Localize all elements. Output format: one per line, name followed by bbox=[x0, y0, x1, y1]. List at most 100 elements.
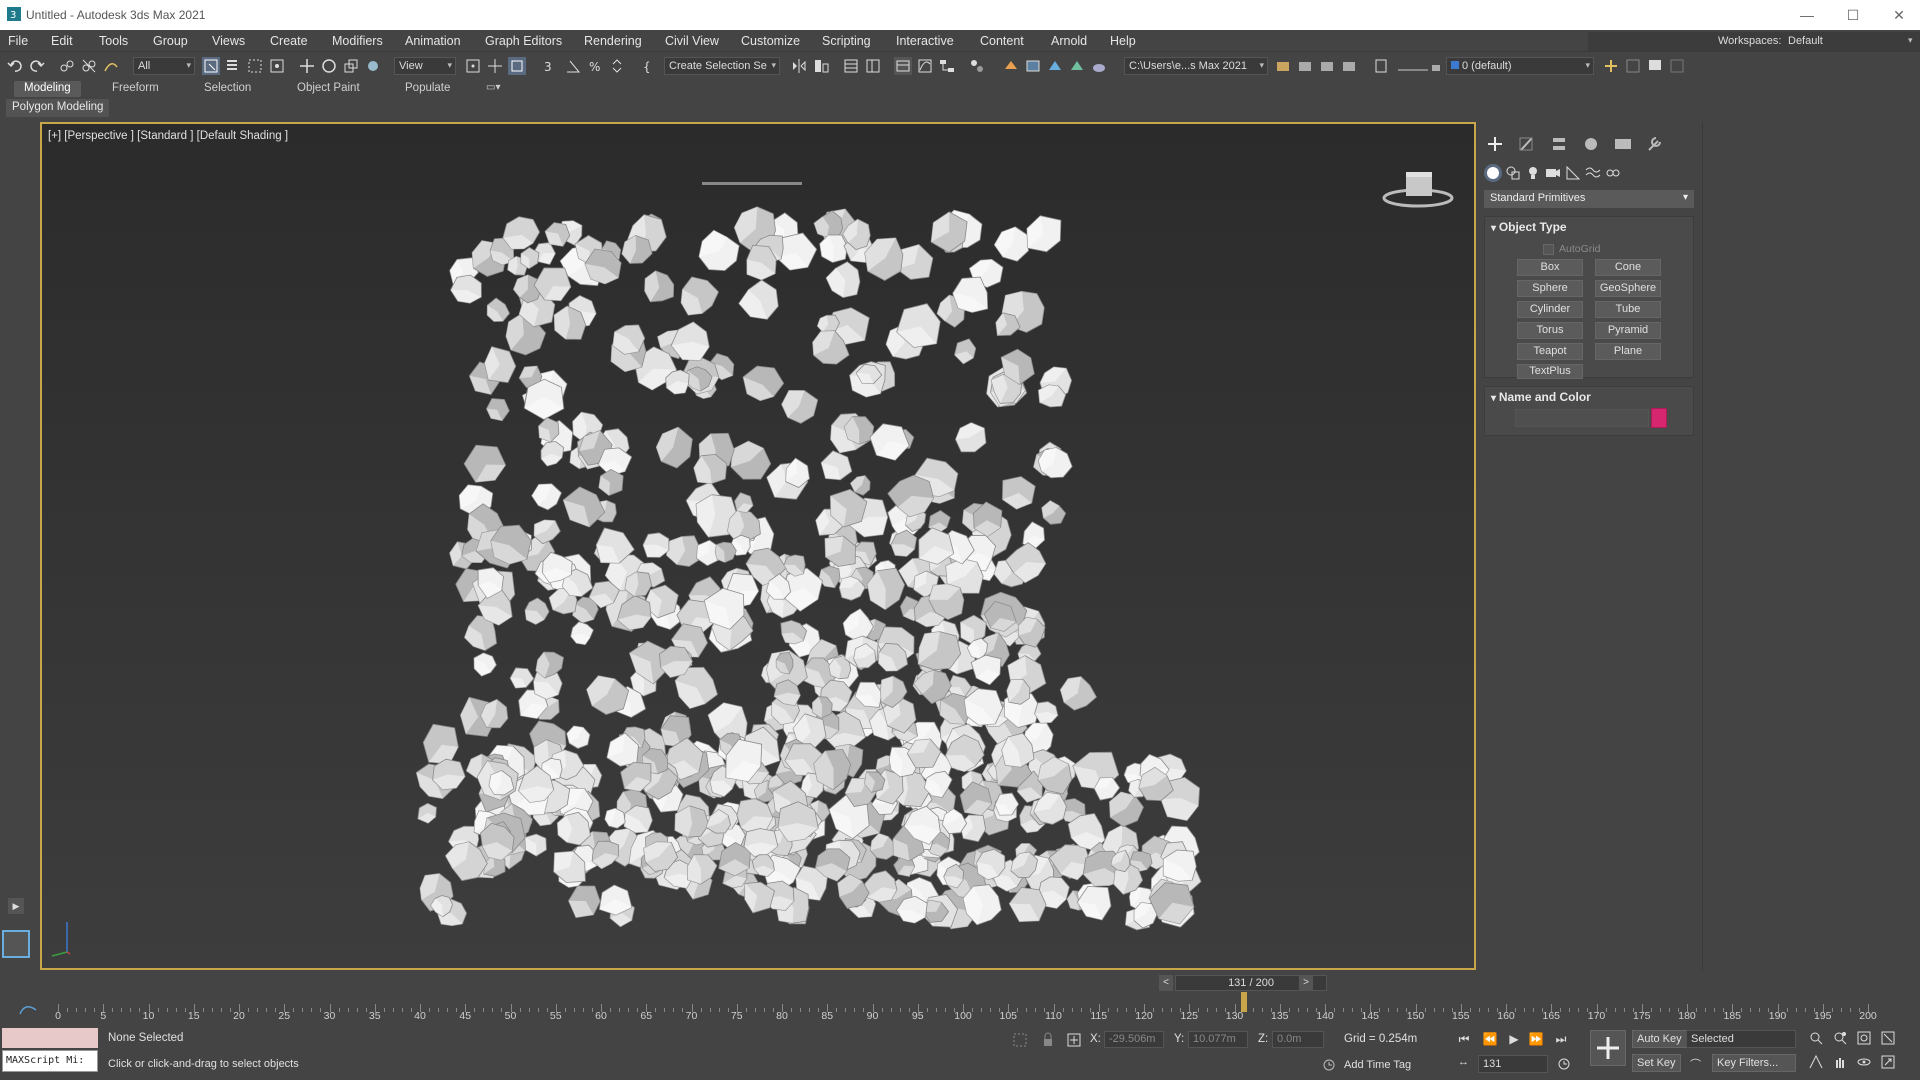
render-iterative-icon[interactable] bbox=[1068, 57, 1086, 75]
rock-object[interactable] bbox=[586, 675, 630, 715]
rock-object[interactable] bbox=[1026, 215, 1062, 253]
object-category-dropdown[interactable]: Standard Primitives bbox=[1484, 190, 1694, 208]
set-key-button[interactable]: Set Key bbox=[1632, 1054, 1681, 1072]
sphere-button[interactable]: Sphere bbox=[1517, 280, 1583, 297]
menu-create[interactable]: Create bbox=[270, 34, 308, 48]
ribbon-options-icon[interactable]: ▭▾ bbox=[476, 81, 510, 97]
rendered-frame-window-icon[interactable] bbox=[1024, 57, 1042, 75]
rock-object[interactable] bbox=[1006, 679, 1031, 705]
geosphere-button[interactable]: GeoSphere bbox=[1595, 280, 1661, 297]
menu-scripting[interactable]: Scripting bbox=[822, 34, 871, 48]
rock-object[interactable] bbox=[698, 229, 740, 272]
layer-visibility-icons[interactable] bbox=[1396, 57, 1444, 75]
key-mode-toggle-icon[interactable]: ↔ bbox=[1458, 1056, 1474, 1072]
rock-object[interactable] bbox=[473, 652, 497, 677]
rock-object[interactable] bbox=[1041, 500, 1067, 525]
maximize-button[interactable]: ☐ bbox=[1830, 0, 1876, 30]
tube-button[interactable]: Tube bbox=[1595, 301, 1661, 318]
menu-interactive[interactable]: Interactive bbox=[896, 34, 954, 48]
cylinder-button[interactable]: Cylinder bbox=[1517, 301, 1583, 318]
maxscript-mini-listener[interactable]: MAXScript Mi: bbox=[2, 1050, 98, 1072]
rock-object[interactable] bbox=[655, 426, 693, 469]
set-project-icon[interactable] bbox=[1296, 57, 1314, 75]
rock-object[interactable] bbox=[432, 758, 466, 791]
rock-object[interactable] bbox=[734, 492, 754, 514]
rock-object[interactable] bbox=[738, 279, 779, 320]
spinner-snap-icon[interactable] bbox=[608, 57, 626, 75]
menu-file[interactable]: File bbox=[8, 34, 28, 48]
rock-object[interactable] bbox=[570, 621, 594, 646]
field-of-view-icon[interactable] bbox=[1808, 1054, 1824, 1070]
rock-object[interactable] bbox=[502, 216, 541, 250]
curve-editor-icon[interactable] bbox=[916, 57, 934, 75]
hierarchy-tab-icon[interactable] bbox=[1548, 134, 1570, 154]
y-coordinate-field[interactable]: 10.077m bbox=[1188, 1031, 1248, 1048]
absolute-mode-transform-icon[interactable] bbox=[1066, 1032, 1082, 1048]
key-mode-dropdown[interactable]: Selected bbox=[1686, 1030, 1796, 1048]
previous-frame-icon[interactable]: ⏪ bbox=[1481, 1030, 1499, 1048]
rock-object[interactable] bbox=[484, 346, 517, 384]
rock-object[interactable] bbox=[993, 226, 1029, 262]
minimize-button[interactable]: — bbox=[1784, 0, 1830, 30]
object-type-title[interactable]: Object Type bbox=[1491, 220, 1567, 234]
select-object-icon[interactable] bbox=[202, 57, 220, 75]
select-by-name-icon[interactable] bbox=[224, 57, 242, 75]
rock-object[interactable] bbox=[952, 276, 989, 313]
create-tab-icon[interactable] bbox=[1484, 134, 1506, 154]
scattered-rock-objects[interactable] bbox=[42, 124, 1474, 968]
rock-object[interactable] bbox=[781, 389, 819, 424]
menu-help[interactable]: Help bbox=[1110, 34, 1136, 48]
rock-object[interactable] bbox=[644, 270, 675, 303]
go-to-start-icon[interactable]: ⏮ bbox=[1455, 1030, 1473, 1048]
rock-object[interactable] bbox=[562, 486, 606, 528]
time-configuration-icon[interactable] bbox=[1556, 1056, 1572, 1072]
maximize-viewport-icon[interactable] bbox=[1880, 1054, 1896, 1070]
zoom-all-icon[interactable] bbox=[1832, 1030, 1848, 1046]
open-project-icon[interactable] bbox=[1318, 57, 1336, 75]
render-production-icon[interactable] bbox=[1046, 57, 1064, 75]
menu-rendering[interactable]: Rendering bbox=[584, 34, 642, 48]
current-frame-spinner[interactable]: 131 bbox=[1478, 1055, 1548, 1073]
menu-arnold[interactable]: Arnold bbox=[1051, 34, 1087, 48]
rock-object[interactable] bbox=[819, 234, 848, 263]
add-to-layer-icon[interactable] bbox=[1624, 57, 1642, 75]
name-and-color-title[interactable]: Name and Color bbox=[1491, 390, 1591, 404]
helpers-category-icon[interactable] bbox=[1564, 164, 1582, 182]
reference-coordinate-dropdown[interactable]: View bbox=[394, 57, 456, 75]
menu-tools[interactable]: Tools bbox=[99, 34, 128, 48]
material-editor-icon[interactable] bbox=[968, 57, 986, 75]
unlink-icon[interactable] bbox=[80, 57, 98, 75]
open-explorer-icon[interactable] bbox=[1274, 57, 1292, 75]
save-project-icon[interactable] bbox=[1340, 57, 1358, 75]
play-icon[interactable]: ▶ bbox=[1505, 1030, 1523, 1048]
tab-freeform[interactable]: Freeform bbox=[102, 81, 169, 97]
close-button[interactable]: ✕ bbox=[1876, 0, 1920, 30]
track-bar[interactable]: 0 5 10 15 20 25 30 35 40 45 50 55 60 65 70 75 80 85 90 95 10… bbox=[55, 992, 1877, 1022]
redo-icon[interactable] bbox=[28, 57, 46, 75]
project-folder-dropdown[interactable]: C:\Users\e...s Max 2021 bbox=[1124, 57, 1268, 75]
utilities-tab-icon[interactable] bbox=[1644, 134, 1666, 154]
rock-object[interactable] bbox=[1059, 676, 1098, 711]
menu-modifiers[interactable]: Modifiers bbox=[332, 34, 383, 48]
schematic-view-icon[interactable] bbox=[938, 57, 956, 75]
layer-explorer-icon[interactable] bbox=[864, 57, 882, 75]
x-coordinate-field[interactable]: -29.506m bbox=[1104, 1031, 1164, 1048]
rock-object[interactable] bbox=[869, 423, 910, 461]
rock-object[interactable] bbox=[954, 338, 977, 365]
render-setup-icon[interactable] bbox=[1002, 57, 1020, 75]
bind-spacewarp-icon[interactable] bbox=[102, 57, 120, 75]
select-in-layer-icon[interactable] bbox=[1646, 57, 1664, 75]
zoom-extents-all-icon[interactable] bbox=[1880, 1030, 1896, 1046]
current-frame-marker[interactable] bbox=[1240, 992, 1247, 1012]
scale-icon[interactable] bbox=[342, 57, 360, 75]
workspaces-selector[interactable]: Workspaces: Default ▾ bbox=[1588, 32, 1920, 52]
pivot-center-icon[interactable] bbox=[464, 57, 482, 75]
menu-edit[interactable]: Edit bbox=[51, 34, 73, 48]
rock-object[interactable] bbox=[486, 398, 510, 422]
isolate-selection-icon[interactable] bbox=[1012, 1032, 1028, 1048]
menu-content[interactable]: Content bbox=[980, 34, 1024, 48]
keyboard-shortcut-toggle-icon[interactable] bbox=[508, 57, 526, 75]
pyramid-button[interactable]: Pyramid bbox=[1595, 322, 1661, 339]
rock-object[interactable] bbox=[535, 651, 564, 679]
manage-layers-icon[interactable] bbox=[1372, 57, 1390, 75]
